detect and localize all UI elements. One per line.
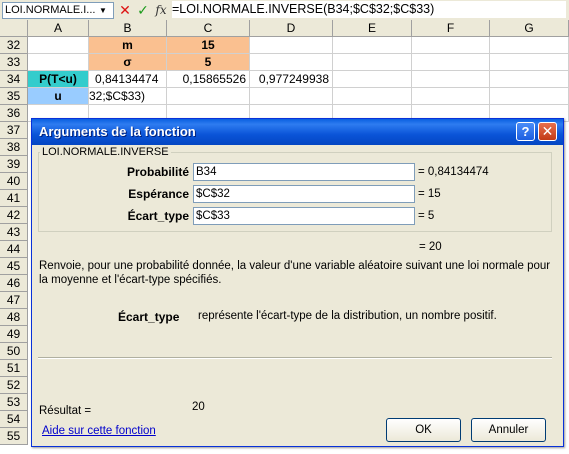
row-header[interactable]: 50 [0, 343, 28, 360]
arg-result-esperance: = 15 [418, 188, 441, 200]
dialog-title: Arguments de la fonction [39, 124, 196, 139]
cell-d33[interactable] [250, 54, 333, 71]
arg-label-probabilite: Probabilité [126, 165, 189, 179]
cell-b34[interactable]: 0,84134474 [89, 71, 167, 88]
cell-b33[interactable]: σ [89, 54, 167, 71]
row-header[interactable]: 47 [0, 292, 28, 309]
arg-input-value: $C$32 [196, 188, 230, 200]
col-header-c[interactable]: C [167, 20, 250, 37]
col-header-g[interactable]: G [490, 20, 569, 37]
cell-e34[interactable] [333, 71, 412, 88]
row-header[interactable]: 51 [0, 360, 28, 377]
cell-c33[interactable]: 5 [167, 54, 250, 71]
cell-c35[interactable] [167, 88, 250, 105]
help-link[interactable]: Aide sur cette fonction [42, 425, 156, 437]
cell-c34[interactable]: 0,15865526 [167, 71, 250, 88]
col-header-d[interactable]: D [250, 20, 333, 37]
function-icon[interactable]: fx [153, 1, 169, 19]
col-header-a[interactable]: A [28, 20, 89, 37]
row-header[interactable]: 35 [0, 88, 28, 105]
col-header-b[interactable]: B [89, 20, 167, 37]
cell-f35[interactable] [412, 88, 490, 105]
function-description: Renvoie, pour une probabilité donnée, la… [39, 260, 551, 286]
row-header[interactable]: 46 [0, 275, 28, 292]
formula-input[interactable]: =LOI.NORMALE.INVERSE(B34;$C$32;$C$33) [172, 1, 566, 18]
cell-a32[interactable] [28, 37, 89, 54]
cell-c32[interactable]: 15 [167, 37, 250, 54]
dialog-titlebar[interactable]: Arguments de la fonction ? ✕ [32, 119, 563, 145]
divider [38, 357, 552, 359]
cell-d32[interactable] [250, 37, 333, 54]
function-result-preview: = 20 [419, 241, 442, 253]
col-header-f[interactable]: F [412, 20, 490, 37]
cell-b35[interactable]: 32;$C$33) [89, 88, 167, 105]
cell-b32[interactable]: m [89, 37, 167, 54]
cell-g34[interactable] [490, 71, 569, 88]
cancel-icon[interactable]: ✕ [117, 1, 133, 19]
cell-g32[interactable] [490, 37, 569, 54]
arg-input-value: B34 [196, 166, 217, 178]
cell-f33[interactable] [412, 54, 490, 71]
row-header[interactable]: 38 [0, 139, 28, 156]
arg-input-ecart-type[interactable]: $C$33 ▦ [193, 207, 415, 225]
row-header[interactable]: 42 [0, 207, 28, 224]
col-header-e[interactable]: E [333, 20, 412, 37]
arg-label-esperance: Espérance [128, 187, 189, 201]
row-header[interactable]: 48 [0, 309, 28, 326]
cell-e33[interactable] [333, 54, 412, 71]
row-header[interactable]: 36 [0, 105, 28, 122]
row-header[interactable]: 49 [0, 326, 28, 343]
cell-d34[interactable]: 0,977249938 [250, 71, 333, 88]
arg-result-ecart-type: = 5 [418, 210, 435, 222]
arg-input-probabilite[interactable]: B34 ▦ [193, 163, 415, 181]
function-arguments-dialog: Arguments de la fonction ? ✕ LOI.NORMALE… [31, 118, 564, 447]
arg-result-probabilite: = 0,84134474 [418, 166, 489, 178]
parameter-description: représente l'écart-type de la distributi… [198, 310, 497, 322]
cell-f32[interactable] [412, 37, 490, 54]
row-header[interactable]: 52 [0, 377, 28, 394]
cell-a34[interactable]: P(T<u) [28, 71, 89, 88]
cell-g35[interactable] [490, 88, 569, 105]
row-header[interactable]: 43 [0, 224, 28, 241]
cell-a35[interactable]: u [28, 88, 89, 105]
row-header[interactable]: 32 [0, 37, 28, 54]
help-button[interactable]: ? [516, 122, 535, 141]
select-all-corner[interactable] [0, 20, 28, 37]
result-value: 20 [192, 401, 205, 413]
cancel-button[interactable]: Annuler [471, 418, 546, 442]
row-header[interactable]: 39 [0, 156, 28, 173]
cell-e32[interactable] [333, 37, 412, 54]
row-header[interactable]: 40 [0, 173, 28, 190]
row-header[interactable]: 55 [0, 428, 28, 445]
result-label: Résultat = [39, 405, 92, 417]
arg-input-esperance[interactable]: $C$32 ▦ [193, 185, 415, 203]
formula-bar: LOI.NORMALE.I... ▼ ✕ ✓ fx =LOI.NORMALE.I… [0, 0, 569, 21]
row-header[interactable]: 33 [0, 54, 28, 71]
row-header[interactable]: 41 [0, 190, 28, 207]
row-header[interactable]: 37 [0, 122, 28, 139]
ok-button[interactable]: OK [386, 418, 461, 442]
cell-f34[interactable] [412, 71, 490, 88]
arg-input-value: $C$33 [196, 210, 230, 222]
arg-label-ecart-type: Écart_type [127, 209, 189, 223]
parameter-name: Écart_type [118, 310, 180, 324]
row-header[interactable]: 44 [0, 241, 28, 258]
cell-g33[interactable] [490, 54, 569, 71]
function-name-legend: LOI.NORMALE.INVERSE [40, 145, 171, 159]
row-header[interactable]: 34 [0, 71, 28, 88]
cell-d35[interactable] [250, 88, 333, 105]
close-button[interactable]: ✕ [538, 122, 557, 141]
cell-e35[interactable] [333, 88, 412, 105]
chevron-down-icon[interactable]: ▼ [97, 2, 109, 19]
row-header[interactable]: 53 [0, 394, 28, 411]
row-header[interactable]: 45 [0, 258, 28, 275]
enter-icon[interactable]: ✓ [135, 1, 151, 19]
row-header[interactable]: 54 [0, 411, 28, 428]
cell-a33[interactable] [28, 54, 89, 71]
